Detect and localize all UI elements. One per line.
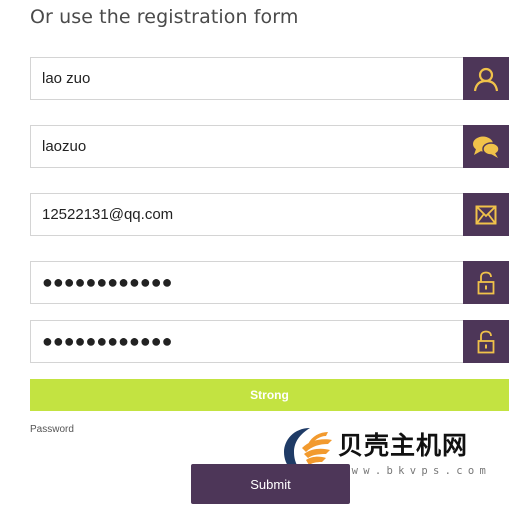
form-title: Or use the registration form [30, 6, 299, 28]
lock-icon-box [463, 261, 509, 304]
username-input[interactable]: laozuo [42, 126, 86, 167]
email-input[interactable]: 12522131@qq.com [42, 194, 173, 235]
name-input[interactable]: lao zuo [42, 58, 90, 99]
password-input[interactable]: ●●●●●●●●●●●● [42, 261, 172, 302]
password-strength-bar: Strong [30, 379, 509, 411]
chat-icon-box [463, 125, 509, 168]
confirm-password-field[interactable]: ●●●●●●●●●●●● [30, 320, 509, 363]
user-icon-box [463, 57, 509, 100]
email-field[interactable]: 12522131@qq.com [30, 193, 509, 236]
envelope-icon [475, 205, 497, 224]
user-icon [473, 67, 499, 91]
submit-button[interactable]: Submit [191, 464, 350, 504]
chat-bubbles-icon [473, 136, 500, 158]
lock-icon [477, 271, 495, 294]
watermark-text: 贝壳主机网 [338, 431, 469, 460]
lock-icon [477, 330, 495, 353]
username-field[interactable]: laozuo [30, 125, 509, 168]
watermark-url: www.bkvps.com [340, 465, 492, 477]
confirm-password-input[interactable]: ●●●●●●●●●●●● [42, 320, 172, 361]
envelope-icon-box [463, 193, 509, 236]
password-field[interactable]: ●●●●●●●●●●●● [30, 261, 509, 304]
lock-icon-box-2 [463, 320, 509, 363]
password-label: Password [30, 424, 74, 435]
name-field[interactable]: lao zuo [30, 57, 509, 100]
